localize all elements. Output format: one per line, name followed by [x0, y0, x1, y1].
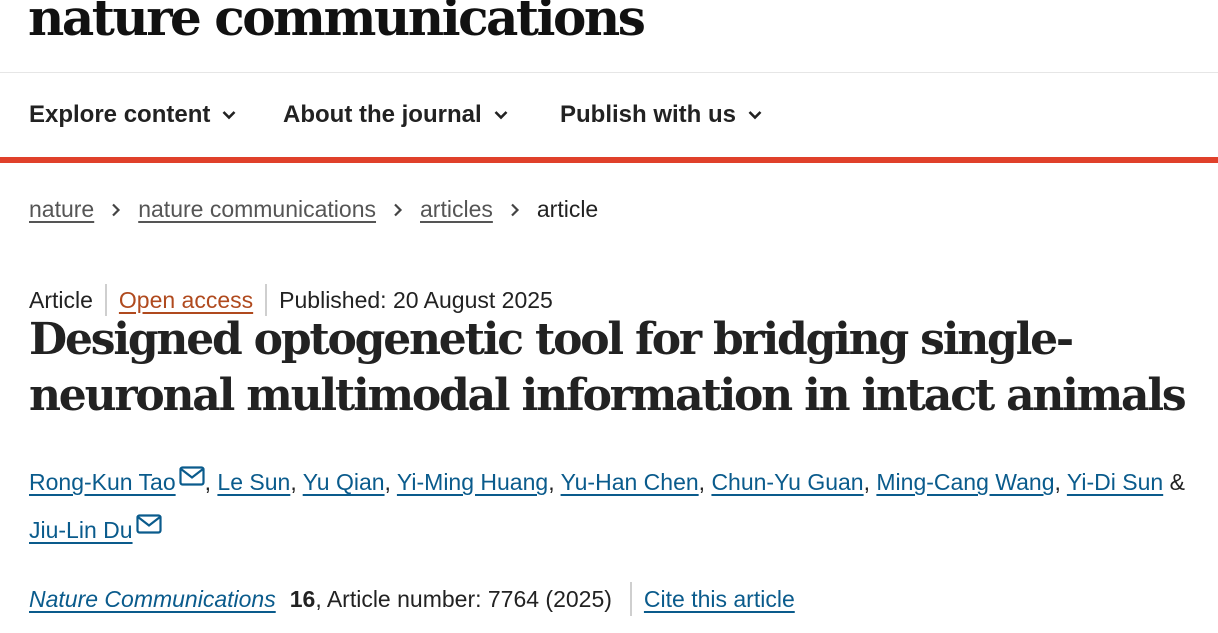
- divider: [629, 582, 632, 616]
- mail-icon[interactable]: [179, 466, 205, 486]
- nav-about-the-journal[interactable]: About the journal: [283, 101, 508, 129]
- chevron-down-icon: [222, 111, 236, 120]
- author-item: Yi-Ming Huang,: [397, 469, 561, 495]
- author-separator: ,: [1054, 469, 1067, 495]
- author-link[interactable]: Chun-Yu Guan: [711, 469, 863, 495]
- author-link[interactable]: Yu-Han Chen: [561, 469, 699, 495]
- journal-logo[interactable]: nature communications: [28, 0, 646, 47]
- author-item: Yi-Di Sun &: [1067, 469, 1185, 495]
- chevron-down-icon: [494, 111, 508, 120]
- author-item: Chun-Yu Guan,: [711, 469, 876, 495]
- author-item: Rong-Kun Tao,: [29, 466, 218, 495]
- author-link[interactable]: Rong-Kun Tao: [29, 469, 176, 495]
- main-nav: Explore content About the journal Publis…: [0, 73, 1218, 163]
- nav-item-label: Publish with us: [560, 101, 737, 128]
- chevron-right-icon: [394, 203, 403, 216]
- author-link[interactable]: Ming-Cang Wang: [876, 469, 1054, 495]
- breadcrumb-current: article: [536, 196, 599, 222]
- published-date: Published: 20 August 2025: [279, 286, 553, 313]
- nav-item-label: Explore content: [29, 101, 211, 128]
- chevron-right-icon: [112, 203, 121, 216]
- nav-item-label: About the journal: [283, 101, 482, 128]
- chevron-right-icon: [511, 203, 519, 216]
- author-link[interactable]: Yi-Ming Huang: [397, 469, 548, 495]
- author-item: Yu Qian,: [303, 469, 397, 495]
- author-item: Le Sun,: [217, 469, 302, 495]
- site-header: nature communications: [0, 0, 1218, 73]
- author-link[interactable]: Yu Qian: [303, 469, 385, 495]
- journal-link[interactable]: Nature Communications: [29, 586, 276, 613]
- cite-this-article-link[interactable]: Cite this article: [644, 586, 795, 613]
- author-separator: ,: [863, 469, 877, 495]
- author-separator: &: [1163, 469, 1185, 495]
- article-title: Designed optogenetic tool for bridging s…: [29, 314, 1187, 421]
- breadcrumb-nature-communications[interactable]: nature communications: [138, 196, 376, 223]
- author-link[interactable]: Jiu-Lin Du: [29, 517, 133, 543]
- author-item: Jiu-Lin Du: [29, 514, 162, 543]
- author-separator: ,: [204, 469, 218, 495]
- author-item: Ming-Cang Wang,: [876, 469, 1067, 495]
- open-access-link[interactable]: Open access: [119, 287, 253, 314]
- mail-icon[interactable]: [135, 514, 162, 534]
- author-separator: ,: [384, 469, 397, 495]
- article-type: Article: [29, 286, 93, 313]
- breadcrumb: nature nature communications articles ar…: [29, 196, 598, 223]
- author-separator: ,: [698, 469, 712, 495]
- nav-publish-with-us[interactable]: Publish with us: [560, 101, 762, 129]
- volume: 16: [289, 585, 316, 612]
- author-link[interactable]: Yi-Di Sun: [1067, 469, 1163, 495]
- chevron-down-icon: [748, 111, 762, 120]
- author-link[interactable]: Le Sun: [217, 469, 290, 495]
- breadcrumb-nature[interactable]: nature: [29, 196, 94, 223]
- author-separator: ,: [548, 469, 561, 495]
- author-item: Yu-Han Chen,: [561, 469, 712, 495]
- breadcrumb-articles[interactable]: articles: [420, 196, 493, 223]
- author-list: Rong-Kun Tao, Le Sun, Yu Qian, Yi-Ming H…: [29, 458, 1204, 554]
- article-number: , Article number: 7764 (2025): [315, 585, 612, 612]
- nav-explore-content[interactable]: Explore content: [29, 101, 236, 129]
- citation-line: Nature Communications 16 , Article numbe…: [29, 582, 795, 616]
- author-separator: ,: [290, 469, 303, 495]
